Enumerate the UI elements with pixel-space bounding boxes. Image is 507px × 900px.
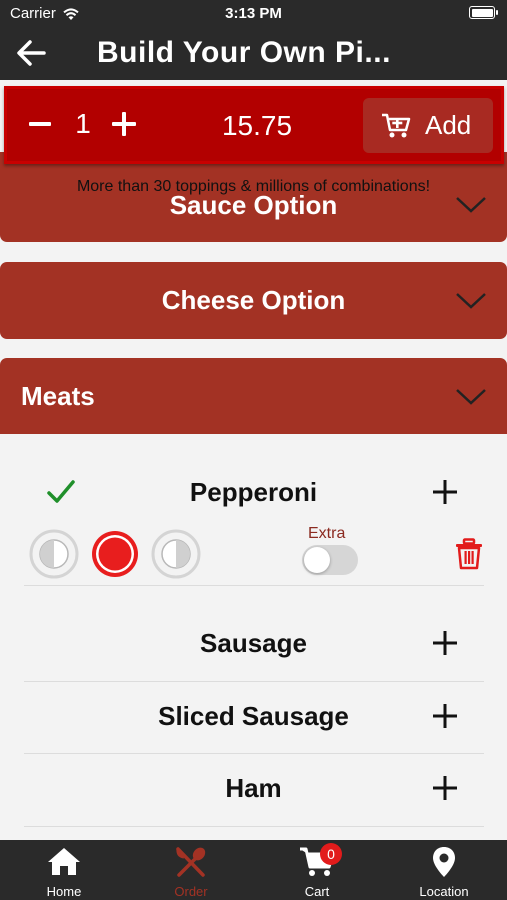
status-time: 3:13 PM [225, 5, 282, 22]
accordion-title: Cheese Option [161, 285, 346, 315]
quantity-increase-button[interactable] [107, 107, 141, 141]
extra-toggle[interactable] [302, 545, 358, 575]
tagline: More than 30 toppings & millions of comb… [76, 178, 431, 195]
location-pin-icon [433, 847, 455, 877]
chevron-down-icon [456, 293, 486, 309]
tab-cart[interactable]: Cart [267, 840, 367, 900]
cart-plus-icon [382, 113, 411, 137]
tab-label: Home [46, 884, 82, 899]
extra-label: Extra [308, 525, 346, 542]
accordion-meats[interactable]: Meats [0, 358, 507, 434]
plus-icon [112, 112, 136, 136]
bottom-tab-bar: Home Order Cart Location [0, 840, 507, 900]
price: 15.75 [221, 110, 293, 141]
tab-location[interactable]: Location [394, 840, 494, 900]
quantity-decrease-button[interactable] [23, 107, 57, 141]
accordion-sauce-option[interactable]: Sauce Option [0, 152, 507, 242]
chevron-down-icon [456, 389, 486, 405]
trash-icon[interactable] [455, 538, 483, 570]
battery-icon [469, 6, 498, 19]
add-to-cart-button[interactable]: Add [363, 98, 493, 153]
tab-home[interactable]: Home [14, 840, 114, 900]
row-divider [24, 681, 484, 682]
utensils-icon [176, 847, 206, 877]
add-topping-plus-icon[interactable] [430, 701, 460, 731]
add-topping-plus-icon[interactable] [430, 628, 460, 658]
tab-label: Location [419, 884, 469, 899]
left-half-portion-button[interactable] [29, 529, 79, 579]
tab-label: Cart [304, 884, 330, 899]
accordion-cheese-option[interactable]: Cheese Option [0, 262, 507, 339]
add-label: Add [425, 110, 472, 140]
order-action-bar: 1 15.75 Add [4, 86, 504, 164]
row-divider [24, 585, 484, 586]
add-topping-plus-icon[interactable] [430, 773, 460, 803]
back-button[interactable] [14, 36, 48, 70]
chevron-down-icon [456, 197, 486, 213]
tab-order[interactable]: Order [141, 840, 241, 900]
nav-row: Build Your Own Pi... [0, 28, 507, 78]
back-arrow-icon [17, 40, 46, 66]
toggle-knob [304, 547, 330, 573]
build-pizza-screen: Carrier 3:13 PM Build Your Own Pi... Sau… [0, 0, 507, 900]
row-divider [24, 826, 484, 827]
status-bar: Carrier 3:13 PM [0, 0, 507, 28]
row-divider [24, 753, 484, 754]
quantity-value: 1 [75, 108, 91, 139]
right-half-portion-button[interactable] [151, 529, 201, 579]
tab-label: Order [174, 884, 208, 899]
add-topping-plus-icon[interactable] [430, 477, 460, 507]
page-title: Build Your Own Pi... [97, 36, 391, 69]
home-icon [48, 848, 80, 875]
accordion-title: Meats [21, 381, 95, 411]
minus-icon [29, 122, 51, 126]
top-bar: Carrier 3:13 PM Build Your Own Pi... [0, 0, 507, 80]
cart-count-badge: 0 [320, 843, 342, 865]
whole-portion-button[interactable] [90, 529, 140, 579]
